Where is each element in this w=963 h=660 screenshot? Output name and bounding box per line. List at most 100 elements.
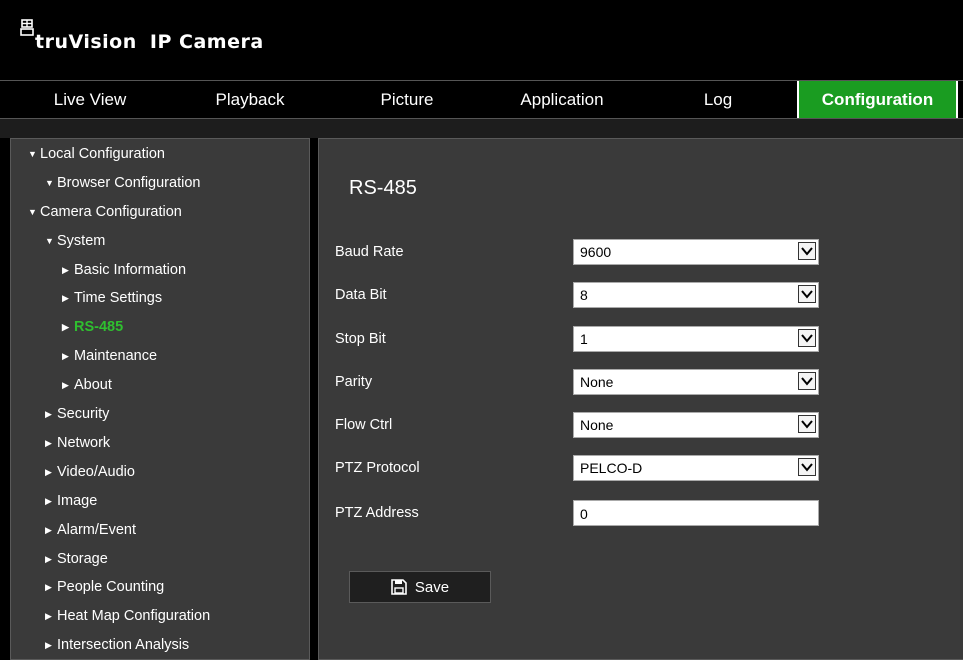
- triangle-right-icon: ▶: [45, 611, 52, 621]
- triangle-right-icon: ▶: [45, 525, 52, 535]
- sidebar-item-label: Maintenance: [74, 348, 158, 364]
- sidebar-item-label: Security: [57, 406, 110, 422]
- sidebar-item-label: RS-485: [74, 319, 124, 335]
- nav-divider-strip: [0, 119, 963, 138]
- sidebar-item-rs-485[interactable]: ▶ RS-485: [62, 316, 123, 338]
- data-bit-label: Data Bit: [335, 287, 387, 303]
- chevron-down-icon: [798, 285, 816, 303]
- tab-playback[interactable]: Playback: [175, 81, 325, 118]
- triangle-right-icon: ▶: [45, 409, 52, 419]
- data-bit-value: 8: [580, 287, 588, 303]
- ptz-address-value: 0: [580, 506, 588, 522]
- brand-suffix: IP Camera: [149, 31, 264, 53]
- data-bit-select[interactable]: 8: [573, 282, 819, 308]
- sidebar-item-label: Network: [57, 435, 111, 451]
- sidebar-item-camera-configuration[interactable]: ▼ Camera Configuration: [28, 201, 182, 223]
- tab-live-view[interactable]: Live View: [15, 81, 165, 118]
- tab-picture[interactable]: Picture: [332, 81, 482, 118]
- tab-log[interactable]: Log: [643, 81, 793, 118]
- triangle-down-icon: ▼: [45, 178, 54, 188]
- sidebar-item-label: Local Configuration: [40, 146, 165, 162]
- sidebar-item-label: About: [74, 377, 112, 393]
- chevron-down-icon: [798, 372, 816, 390]
- chevron-down-icon: [798, 242, 816, 260]
- ptz-address-label: PTZ Address: [335, 505, 419, 521]
- triangle-right-icon: ▶: [62, 322, 69, 332]
- chevron-down-icon: [798, 415, 816, 433]
- triangle-down-icon: ▼: [28, 149, 37, 159]
- stop-bit-select[interactable]: 1: [573, 326, 819, 352]
- ptz-protocol-value: PELCO-D: [580, 460, 643, 476]
- sidebar-item-time-settings[interactable]: ▶ Time Settings: [62, 287, 162, 309]
- baud-rate-select[interactable]: 9600: [573, 239, 819, 265]
- sidebar-item-intersection-analysis[interactable]: ▶ Intersection Analysis: [45, 634, 189, 656]
- sidebar-item-local-configuration[interactable]: ▼ Local Configuration: [28, 143, 165, 165]
- floppy-disk-icon: [391, 579, 407, 595]
- sidebar-item-label: Intersection Analysis: [57, 637, 190, 653]
- sidebar-item-label: Time Settings: [74, 290, 163, 306]
- sidebar-item-label: Video/Audio: [57, 464, 135, 480]
- tab-application[interactable]: Application: [487, 81, 637, 118]
- sidebar-item-label: Storage: [57, 551, 108, 567]
- triangle-right-icon: ▶: [45, 496, 52, 506]
- triangle-down-icon: ▼: [45, 236, 54, 246]
- tab-configuration[interactable]: Configuration: [797, 81, 958, 118]
- sidebar-item-label: Alarm/Event: [57, 522, 136, 538]
- baud-rate-value: 9600: [580, 244, 612, 260]
- triangle-right-icon: ▶: [45, 554, 52, 564]
- brand-prefix: truVision: [35, 31, 137, 53]
- sidebar-item-browser-configuration[interactable]: ▼ Browser Configuration: [45, 172, 200, 194]
- ptz-protocol-label: PTZ Protocol: [335, 460, 420, 476]
- stop-bit-value: 1: [580, 331, 588, 347]
- triangle-down-icon: ▼: [28, 207, 37, 217]
- sidebar-item-alarm-event[interactable]: ▶ Alarm/Event: [45, 519, 136, 541]
- flow-ctrl-label: Flow Ctrl: [335, 417, 393, 433]
- parity-select[interactable]: None: [573, 369, 819, 395]
- sidebar-item-people-counting[interactable]: ▶ People Counting: [45, 576, 164, 598]
- sidebar-item-label: Heat Map Configuration: [57, 608, 211, 624]
- triangle-right-icon: ▶: [45, 467, 52, 477]
- parity-value: None: [580, 374, 614, 390]
- ptz-address-input[interactable]: 0: [573, 500, 819, 526]
- triangle-right-icon: ▶: [45, 640, 52, 650]
- sidebar: ▼ Local Configuration ▼ Browser Configurat…: [10, 138, 310, 660]
- main-nav: Live View Playback Picture Application L…: [0, 80, 963, 119]
- sidebar-item-label: Browser Configuration: [57, 175, 201, 191]
- sidebar-item-basic-information[interactable]: ▶ Basic Information: [62, 259, 186, 281]
- sidebar-item-label: Camera Configuration: [40, 204, 182, 220]
- sidebar-item-video-audio[interactable]: ▶ Video/Audio: [45, 461, 135, 483]
- parity-label: Parity: [335, 374, 373, 390]
- chevron-down-icon: [798, 329, 816, 347]
- sidebar-item-security[interactable]: ▶ Security: [45, 403, 109, 425]
- sidebar-item-label: Basic Information: [74, 262, 187, 278]
- sidebar-item-maintenance[interactable]: ▶ Maintenance: [62, 345, 157, 367]
- camera-logo-icon: [20, 19, 34, 36]
- triangle-right-icon: ▶: [62, 351, 69, 361]
- triangle-right-icon: ▶: [62, 293, 69, 303]
- brand: truVision IP Camera: [20, 19, 264, 53]
- baud-rate-label: Baud Rate: [335, 244, 404, 260]
- save-button[interactable]: Save: [349, 571, 491, 603]
- triangle-right-icon: ▶: [45, 438, 52, 448]
- ptz-protocol-select[interactable]: PELCO-D: [573, 455, 819, 481]
- sidebar-item-heat-map-configuration[interactable]: ▶ Heat Map Configuration: [45, 605, 210, 627]
- page-title: RS-485: [349, 177, 417, 199]
- save-button-label: Save: [414, 578, 450, 596]
- triangle-right-icon: ▶: [62, 265, 69, 275]
- chevron-down-icon: [798, 458, 816, 476]
- sidebar-item-storage[interactable]: ▶ Storage: [45, 548, 108, 570]
- flow-ctrl-value: None: [580, 417, 614, 433]
- sidebar-item-system[interactable]: ▼ System: [45, 230, 105, 252]
- sidebar-item-label: Image: [57, 493, 98, 509]
- triangle-right-icon: ▶: [45, 582, 52, 592]
- sidebar-item-network[interactable]: ▶ Network: [45, 432, 110, 454]
- stop-bit-label: Stop Bit: [335, 331, 386, 347]
- sidebar-item-label: System: [57, 233, 106, 249]
- sidebar-item-image[interactable]: ▶ Image: [45, 490, 97, 512]
- app-header: truVision IP Camera: [0, 0, 963, 80]
- triangle-right-icon: ▶: [62, 380, 69, 390]
- sidebar-item-about[interactable]: ▶ About: [62, 374, 112, 396]
- flow-ctrl-select[interactable]: None: [573, 412, 819, 438]
- config-panel: RS-485 Baud Rate 9600 Data Bit 8 Stop Bi…: [318, 138, 963, 660]
- brand-name: truVision IP Camera: [35, 31, 264, 53]
